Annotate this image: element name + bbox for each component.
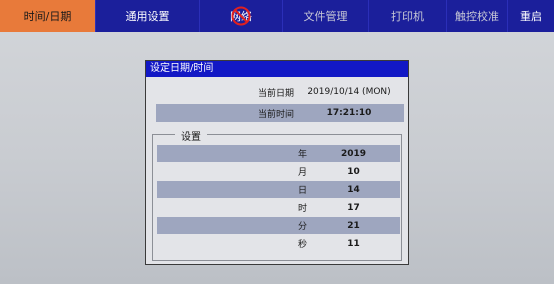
current-time-value: 17:21:10 [326, 108, 372, 118]
setting-value[interactable]: 2019 [307, 149, 400, 159]
setting-label: 时 [297, 204, 307, 214]
tab-file-management[interactable]: 文件管理 [283, 0, 369, 32]
current-time-label: 当前时间 [257, 109, 294, 120]
tab-label: 文件管理 [303, 10, 348, 23]
tab-network[interactable]: 网络 [200, 0, 283, 32]
tab-general-settings[interactable]: 通用设置 [96, 0, 200, 32]
setting-value[interactable]: 21 [307, 221, 400, 231]
setting-row-minute[interactable]: 分 21 [157, 217, 400, 234]
tab-touch-calibration[interactable]: 触控校准 [447, 0, 508, 32]
setting-value[interactable]: 10 [307, 167, 400, 177]
tab-label: 通用设置 [125, 10, 170, 23]
panel-title: 设定日期/时间 [146, 61, 408, 77]
tab-printer[interactable]: 打印机 [369, 0, 447, 32]
tab-label: 时间/日期 [23, 10, 72, 23]
current-date-value: 2019/10/14 (MON) [307, 87, 391, 97]
tab-restart[interactable]: 重启 [508, 0, 554, 32]
tab-label: 触控校准 [455, 10, 499, 23]
tab-label: 重启 [520, 10, 542, 23]
current-time-row: 当前时间 17:21:10 [156, 104, 404, 122]
tab-label: 打印机 [391, 10, 424, 23]
setting-row-month[interactable]: 月 10 [157, 163, 400, 180]
tab-bar: 时间/日期 通用设置 网络 文件管理 打印机 触控校准 重启 [0, 0, 554, 32]
datetime-panel: 设定日期/时间 当前日期 2019/10/14 (MON) 当前时间 17:21… [145, 60, 409, 265]
setting-row-hour[interactable]: 时 17 [157, 199, 400, 216]
current-date-row: 当前日期 2019/10/14 (MON) [146, 83, 404, 101]
setting-label: 年 [297, 150, 307, 160]
setting-label: 日 [297, 186, 307, 196]
settings-group-label: 设置 [175, 128, 207, 143]
setting-value[interactable]: 17 [307, 203, 400, 213]
tab-time-date[interactable]: 时间/日期 [0, 0, 96, 32]
no-entry-icon [231, 6, 251, 26]
setting-label: 秒 [297, 240, 307, 250]
setting-value[interactable]: 11 [307, 239, 400, 249]
setting-label: 分 [297, 222, 307, 232]
setting-label: 月 [297, 168, 307, 178]
settings-group: 设置 年 2019 月 10 日 14 时 17 分 21 秒 11 [152, 128, 402, 261]
current-date-label: 当前日期 [257, 88, 294, 99]
setting-row-day[interactable]: 日 14 [157, 181, 400, 198]
screen: 时间/日期 通用设置 网络 文件管理 打印机 触控校准 重启 设 [0, 0, 554, 284]
setting-row-year[interactable]: 年 2019 [157, 145, 400, 162]
setting-row-second[interactable]: 秒 11 [157, 235, 400, 252]
setting-value[interactable]: 14 [307, 185, 400, 195]
network-label-wrap: 网络 [230, 6, 252, 26]
